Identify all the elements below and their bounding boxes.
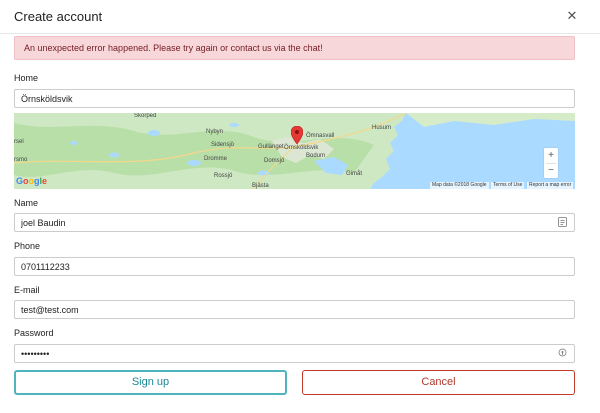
map-place-label: rsel (14, 139, 24, 145)
google-logo: Google (16, 176, 48, 186)
email-input[interactable] (14, 300, 575, 319)
create-account-dialog: Create account ✕ An unexpected error hap… (0, 0, 600, 413)
close-icon[interactable]: ✕ (565, 9, 579, 23)
report-map-error-link[interactable]: Report a map error (527, 182, 574, 189)
map-place-label: Bodum (306, 153, 326, 159)
password-label: Password (14, 328, 54, 338)
password-input[interactable] (14, 344, 575, 363)
key-icon[interactable] (558, 348, 567, 358)
name-input[interactable] (14, 213, 575, 232)
map-place-label: rsmo (14, 157, 28, 163)
map-place-label: Örnsköldsvik (284, 145, 319, 151)
dialog-title: Create account (14, 9, 103, 24)
sign-up-button[interactable]: Sign up (14, 370, 287, 395)
dialog-header: Create account ✕ (0, 0, 600, 34)
terms-link[interactable]: Terms of Use (491, 182, 525, 189)
error-alert: An unexpected error happened. Please try… (14, 36, 575, 60)
email-label: E-mail (14, 285, 40, 295)
password-field-wrapper (14, 344, 575, 363)
map-place-label: Bjästa (252, 183, 269, 189)
home-label: Home (14, 73, 39, 83)
contact-card-icon[interactable] (558, 217, 567, 227)
map-place-label: Domsjö (264, 158, 285, 164)
zoom-in-button[interactable]: + (544, 148, 558, 163)
map-place-label: Skorped (134, 113, 157, 119)
map-place-label: Gimåt (346, 171, 363, 177)
map-marker-icon[interactable] (291, 126, 303, 144)
map-terrain (14, 113, 575, 189)
map-zoom-control: + − (544, 148, 558, 178)
phone-label: Phone (14, 241, 41, 251)
name-field-wrapper (14, 213, 575, 232)
phone-input[interactable] (14, 257, 575, 276)
map-view[interactable]: Skorped Nybyn Sidensjö Dromme Rossjö Bjä… (14, 113, 575, 189)
map-place-label: Sidensjö (211, 142, 235, 148)
map-place-label: Rossjö (214, 173, 233, 179)
map-place-label: Nybyn (206, 129, 224, 135)
map-place-label: Ömnasvall (306, 133, 335, 139)
map-place-label: Gullänget (258, 144, 284, 150)
map-data-attribution: Map data ©2018 Google (430, 182, 489, 189)
name-label: Name (14, 198, 39, 208)
map-place-label: Dromme (204, 156, 228, 162)
home-input[interactable] (14, 89, 575, 108)
zoom-out-button[interactable]: − (544, 163, 558, 178)
cancel-button[interactable]: Cancel (302, 370, 575, 395)
map-place-label: Husum (372, 125, 392, 131)
